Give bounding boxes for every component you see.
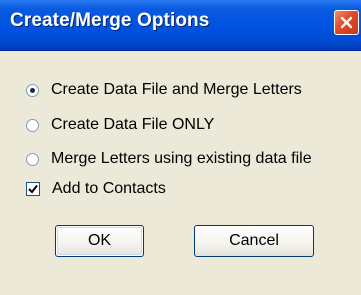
option-create-and-merge[interactable]: Create Data File and Merge Letters <box>26 80 302 100</box>
window-title: Create/Merge Options <box>10 10 210 31</box>
close-button[interactable] <box>334 10 359 35</box>
ok-button[interactable]: OK <box>55 225 144 257</box>
cancel-button[interactable]: Cancel <box>194 225 314 257</box>
radio-create-and-merge[interactable] <box>26 83 39 97</box>
add-to-contacts-checkbox[interactable] <box>26 182 40 196</box>
add-to-contacts-label: Add to Contacts <box>52 180 166 197</box>
radio-create-only[interactable] <box>26 118 39 132</box>
checkmark-icon <box>28 184 38 194</box>
option-merge-existing-label: Merge Letters using existing data file <box>51 150 312 167</box>
add-to-contacts[interactable]: Add to Contacts <box>26 179 166 199</box>
option-create-only-label: Create Data File ONLY <box>51 116 215 133</box>
option-create-and-merge-label: Create Data File and Merge Letters <box>51 81 302 98</box>
option-create-only[interactable]: Create Data File ONLY <box>26 115 214 135</box>
title-bar[interactable]: Create/Merge Options <box>0 0 361 51</box>
close-icon <box>340 16 353 29</box>
option-merge-existing[interactable]: Merge Letters using existing data file <box>26 149 312 169</box>
create-merge-options-dialog: Create/Merge Options Create Data File an… <box>0 0 361 295</box>
radio-merge-existing[interactable] <box>26 152 39 166</box>
